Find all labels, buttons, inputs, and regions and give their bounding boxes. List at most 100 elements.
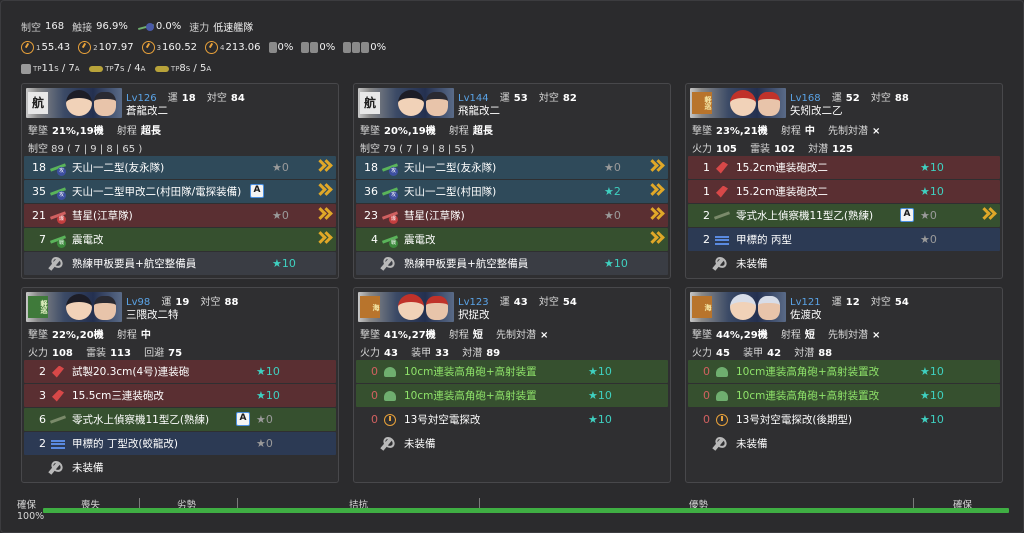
- portrait-face: [758, 296, 780, 320]
- equipment-slot[interactable]: 7 戦 震電改: [24, 228, 336, 251]
- equipment-slot[interactable]: 0 10cm連装高角砲+高射装置 ★10: [356, 360, 668, 383]
- equipment-slot[interactable]: 2 試製20.3cm(4号)連装砲 ★10: [24, 360, 336, 383]
- main-gun-icon: [716, 185, 728, 198]
- luck-value: 43: [513, 297, 528, 308]
- equipment-slot[interactable]: 21 爆 彗星(江草隊) ★0: [24, 204, 336, 227]
- range-label: 射程: [780, 126, 801, 137]
- equipment-icon: 戦: [49, 232, 67, 248]
- ship-name[interactable]: 択捉改: [458, 307, 490, 322]
- drum-icon: [301, 42, 310, 53]
- improvement-star: ★10: [588, 413, 612, 426]
- shootdown-label: 撃墜: [360, 126, 380, 137]
- equipment-slot[interactable]: 6 零式水上偵察機11型乙(熟練) A ★0: [24, 408, 336, 431]
- improvement-badge: A: [900, 208, 914, 222]
- equipment-name: 未装備: [736, 438, 768, 450]
- equipment-slot[interactable]: 18 攻 天山一二型(友永隊) ★0: [24, 156, 336, 179]
- equipment-slot[interactable]: 未装備: [24, 456, 336, 479]
- equipment-slot[interactable]: 18 攻 天山一二型(友永隊) ★0: [356, 156, 668, 179]
- slot-count: 2: [39, 365, 46, 378]
- ship-name[interactable]: 飛龍改二: [458, 103, 500, 118]
- opening-asw-value: ×: [540, 330, 549, 341]
- shootdown-value: 20%,19機: [384, 126, 436, 137]
- los-icon: [205, 41, 219, 54]
- equipment-slot[interactable]: 2 零式水上偵察機11型乙(熟練) A ★0: [688, 204, 1000, 227]
- ship-portrait: 航: [26, 88, 122, 118]
- tp-label: TP: [33, 64, 42, 73]
- wrench-icon: [712, 437, 724, 451]
- range-label: 射程: [448, 330, 469, 341]
- equipment-list: 0 10cm連装高角砲+高射装置 ★10 0 10cm連装高角砲+高射装置 ★1…: [356, 360, 668, 456]
- ship-portrait: 軽巡: [690, 88, 786, 118]
- equipment-slot[interactable]: 0 10cm連装高角砲+高射装置改 ★10: [688, 360, 1000, 383]
- ship-card[interactable]: 軽巡 Lv168 運 52 対空 88 矢矧改二乙 撃墜 23%,21機 射程中 先制…: [685, 83, 1003, 279]
- equipment-slot[interactable]: 0 10cm連装高角砲+高射装置改 ★10: [688, 384, 1000, 407]
- fighter-circle-icon: 戦: [57, 238, 66, 248]
- equipment-slot[interactable]: 0 13号対空電探改(後期型) ★10: [688, 408, 1000, 431]
- equipment-slot[interactable]: 23 爆 彗星(江草隊) ★0: [356, 204, 668, 227]
- tp-s-sub: S: [185, 64, 191, 73]
- stat-label: 雷装: [86, 348, 107, 359]
- ship-type-badge: 軽巡: [28, 296, 48, 318]
- equipment-slot[interactable]: 熟練甲板要員+航空整備員 ★10: [356, 252, 668, 275]
- equipment-name: 10cm連装高角砲+高射装置: [404, 366, 537, 378]
- ship-name[interactable]: 蒼龍改二: [126, 103, 168, 118]
- equipment-slot[interactable]: 未装備: [688, 432, 1000, 455]
- stat-label: 火力: [28, 348, 48, 359]
- ship-card[interactable]: 海 Lv121 運 12 対空 54 佐渡改 撃墜 44%,29機 射程短 先制対潜 ×…: [685, 287, 1003, 483]
- equipment-slot[interactable]: 2 甲標的 丙型 ★0: [688, 228, 1000, 251]
- air-control-label: 制空: [21, 23, 41, 34]
- bomb-circle-icon: 爆: [389, 214, 398, 224]
- equipment-slot[interactable]: 4 戦 震電改: [356, 228, 668, 251]
- equipment-slot[interactable]: 3 15.5cm三連装砲改 ★10: [24, 384, 336, 407]
- equipment-slot[interactable]: 2 甲標的 丁型改(蛟龍改) ★0: [24, 432, 336, 455]
- seaplane-icon: [713, 210, 731, 220]
- shootdown-value: 44%,29機: [716, 330, 768, 341]
- ship-stats-line2: 火力 105 雷装 102 対潜 125: [692, 140, 863, 155]
- slot-count: 18: [364, 161, 378, 174]
- equipment-slot[interactable]: 36 攻 天山一二型(村田隊) ★2: [356, 180, 668, 203]
- los-sub-4: 4: [220, 43, 225, 52]
- ship-name[interactable]: 矢矧改二乙: [790, 103, 843, 118]
- main-gun-icon: [52, 389, 64, 402]
- shootdown-value: 22%,20機: [52, 330, 104, 341]
- slot-count: 0: [371, 413, 378, 426]
- ship-card[interactable]: 航 Lv144 運 53 対空 82 飛龍改二 撃墜 20%,19機 射程 超長 制空 …: [353, 83, 671, 279]
- equipment-slot[interactable]: 未装備: [688, 252, 1000, 275]
- los-sub-2: 2: [93, 43, 98, 52]
- equipment-icon: [712, 436, 730, 452]
- equipment-name: 13号対空電探改: [404, 414, 481, 426]
- equipment-slot[interactable]: 1 15.2cm連装砲改二 ★10: [688, 180, 1000, 203]
- equipment-slot[interactable]: 熟練甲板要員+航空整備員 ★10: [24, 252, 336, 275]
- wrench-icon: [712, 257, 724, 271]
- air-state-current: 確保: [17, 500, 37, 511]
- slot-count: 23: [364, 209, 378, 222]
- tank-icon: [154, 65, 169, 72]
- equipment-slot[interactable]: 35 攻 天山一二型甲改二(村田隊/電探装備) A: [24, 180, 336, 203]
- improvement-badge: A: [236, 412, 250, 426]
- ship-name[interactable]: 佐渡改: [790, 307, 822, 322]
- equipment-slot[interactable]: 1 15.2cm連装砲改二 ★10: [688, 156, 1000, 179]
- improvement-star: ★0: [604, 209, 621, 222]
- ship-card[interactable]: 軽巡 Lv98 運 19 対空 88 三隈改二特 撃墜 22%,20機 射程中 火力 1…: [21, 287, 339, 483]
- improvement-star: ★0: [256, 437, 273, 450]
- ship-card[interactable]: 航 Lv126 運 18 対空 84 蒼龍改二 撃墜 21%,19機 射程 超長 制空 …: [21, 83, 339, 279]
- equipment-slot[interactable]: 0 10cm連装高角砲+高射装置 ★10: [356, 384, 668, 407]
- ship-stats-line1: 撃墜 21%,19機 射程 超長: [28, 122, 171, 137]
- drum-rate-3: 0%: [370, 42, 387, 53]
- shootdown-value: 23%,21機: [716, 126, 768, 137]
- range-value: 中: [804, 126, 815, 137]
- ship-card[interactable]: 海 Lv123 運 43 対空 54 択捉改 撃墜 41%,27機 射程短 先制対潜 ×…: [353, 287, 671, 483]
- slot-count: 6: [39, 413, 46, 426]
- aa-label: 対空: [870, 93, 891, 104]
- equipment-name: 未装備: [404, 438, 436, 450]
- equipment-icon: [382, 412, 398, 428]
- slot-count: 2: [703, 233, 710, 246]
- los-value-3: 160.52: [162, 42, 198, 53]
- equipment-slot[interactable]: 0 13号対空電探改 ★10: [356, 408, 668, 431]
- proficiency-chevron-icon: [648, 206, 664, 224]
- ship-name[interactable]: 三隈改二特: [126, 307, 179, 322]
- equipment-icon: [382, 364, 398, 380]
- luck-value: 53: [513, 93, 528, 104]
- stat-value: 105: [716, 144, 737, 155]
- equipment-slot[interactable]: 未装備: [356, 432, 668, 455]
